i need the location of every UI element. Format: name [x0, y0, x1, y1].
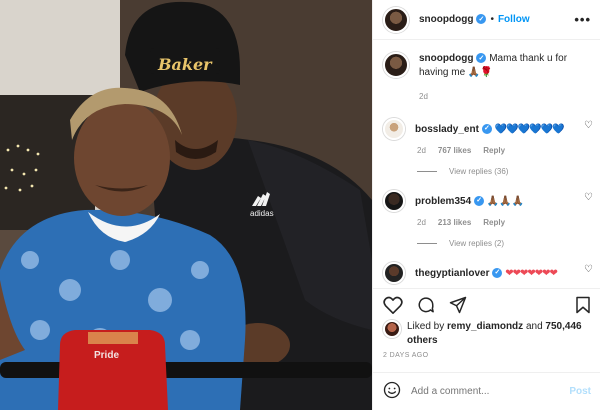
caption-age: 2d — [419, 92, 428, 101]
commenter-username[interactable]: thegyptianlover — [415, 268, 489, 279]
liker-username[interactable]: remy_diamondz — [447, 321, 523, 332]
comment-age: 2d — [417, 218, 426, 227]
like-heart-icon[interactable] — [383, 296, 403, 314]
verified-badge-icon: ✓ — [476, 53, 487, 64]
liked-by-prefix: Liked by — [407, 321, 445, 332]
caption-username[interactable]: snoopdogg — [419, 53, 473, 64]
commenter-username[interactable]: bosslady_ent — [415, 124, 479, 135]
comment-reply-button[interactable]: Reply — [483, 146, 505, 155]
add-comment-input[interactable] — [411, 386, 551, 397]
hat-logo-text: Baker — [157, 55, 213, 74]
commenter-avatar[interactable] — [383, 190, 405, 212]
comment-item: bosslady_ent ✓ 💙💙💙💙💙💙 ♡ 2d 767 likes Repl… — [383, 118, 593, 176]
comment-like-heart-icon[interactable]: ♡ — [584, 120, 593, 131]
comment-likes[interactable]: 767 likes — [438, 146, 471, 155]
commenter-username[interactable]: problem354 — [415, 196, 471, 207]
more-options-icon[interactable]: ••• — [574, 12, 591, 27]
replies-divider — [417, 171, 437, 172]
author-username[interactable]: snoopdogg ✓ — [419, 14, 487, 25]
commenter-avatar[interactable] — [383, 262, 405, 284]
comment-reply-button[interactable]: Reply — [483, 218, 505, 227]
post-caption: snoopdogg ✓ Mama thank u for having me 🙏🏾… — [373, 48, 600, 101]
view-replies-button[interactable]: View replies (2) — [417, 239, 593, 248]
post-actions-bar — [373, 288, 600, 320]
comment-text: 🙏🏾🙏🏾🙏🏾 — [486, 195, 525, 207]
post-header: snoopdogg ✓ • Follow ••• — [373, 0, 600, 40]
share-paper-plane-icon[interactable] — [449, 296, 467, 314]
comments-section[interactable]: snoopdogg ✓ Mama thank u for having me 🙏🏾… — [373, 48, 600, 288]
post-sidebar: snoopdogg ✓ • Follow ••• snoopdogg ✓ Mama … — [372, 0, 600, 410]
post-timestamp[interactable]: 2 DAYS AGO — [383, 352, 429, 359]
caption-emoji: 🙏🏾🌹 — [467, 67, 493, 78]
liker-avatar[interactable] — [383, 320, 401, 338]
author-avatar[interactable] — [383, 6, 409, 33]
save-bookmark-icon[interactable] — [575, 296, 591, 314]
comment-age: 2d — [417, 146, 426, 155]
separator-dot: • — [490, 14, 494, 25]
svg-text:adidas: adidas — [250, 209, 274, 218]
post-comment-button[interactable]: Post — [569, 386, 591, 397]
verified-badge-icon: ✓ — [476, 14, 487, 25]
comment-bubble-icon[interactable] — [417, 296, 435, 314]
comment-likes[interactable]: 213 likes — [438, 218, 471, 227]
comment-like-heart-icon[interactable]: ♡ — [584, 264, 593, 275]
view-replies-button[interactable]: View replies (36) — [417, 167, 593, 176]
comment-item: problem354 ✓ 🙏🏾🙏🏾🙏🏾 ♡ 2d 213 likes Reply … — [383, 190, 593, 248]
verified-badge-icon: ✓ — [492, 267, 503, 278]
likes-summary: Liked by remy_diamondz and 750,446 other… — [383, 320, 593, 348]
photo-illustration: Baker adidas Pride — [0, 0, 372, 410]
verified-badge-icon: ✓ — [481, 123, 492, 134]
verified-badge-icon: ✓ — [474, 195, 485, 206]
comment-text: ❤❤❤❤❤❤❤ — [505, 267, 558, 279]
caption-author-avatar[interactable] — [383, 52, 409, 78]
comment-text: 💙💙💙💙💙💙 — [494, 123, 565, 135]
add-comment-bar: Post — [373, 372, 600, 410]
scooter-brand-text: Pride — [94, 350, 119, 361]
comment-item: thegyptianlover ✓ ❤❤❤❤❤❤❤ ♡ — [383, 262, 593, 284]
emoji-smiley-icon[interactable] — [383, 381, 401, 402]
post-photo[interactable]: Baker adidas Pride — [0, 0, 372, 410]
commenter-avatar[interactable] — [383, 118, 405, 140]
follow-button[interactable]: Follow — [498, 14, 530, 25]
replies-divider — [417, 243, 437, 244]
liked-by-and: and — [525, 321, 543, 332]
comment-like-heart-icon[interactable]: ♡ — [584, 192, 593, 203]
